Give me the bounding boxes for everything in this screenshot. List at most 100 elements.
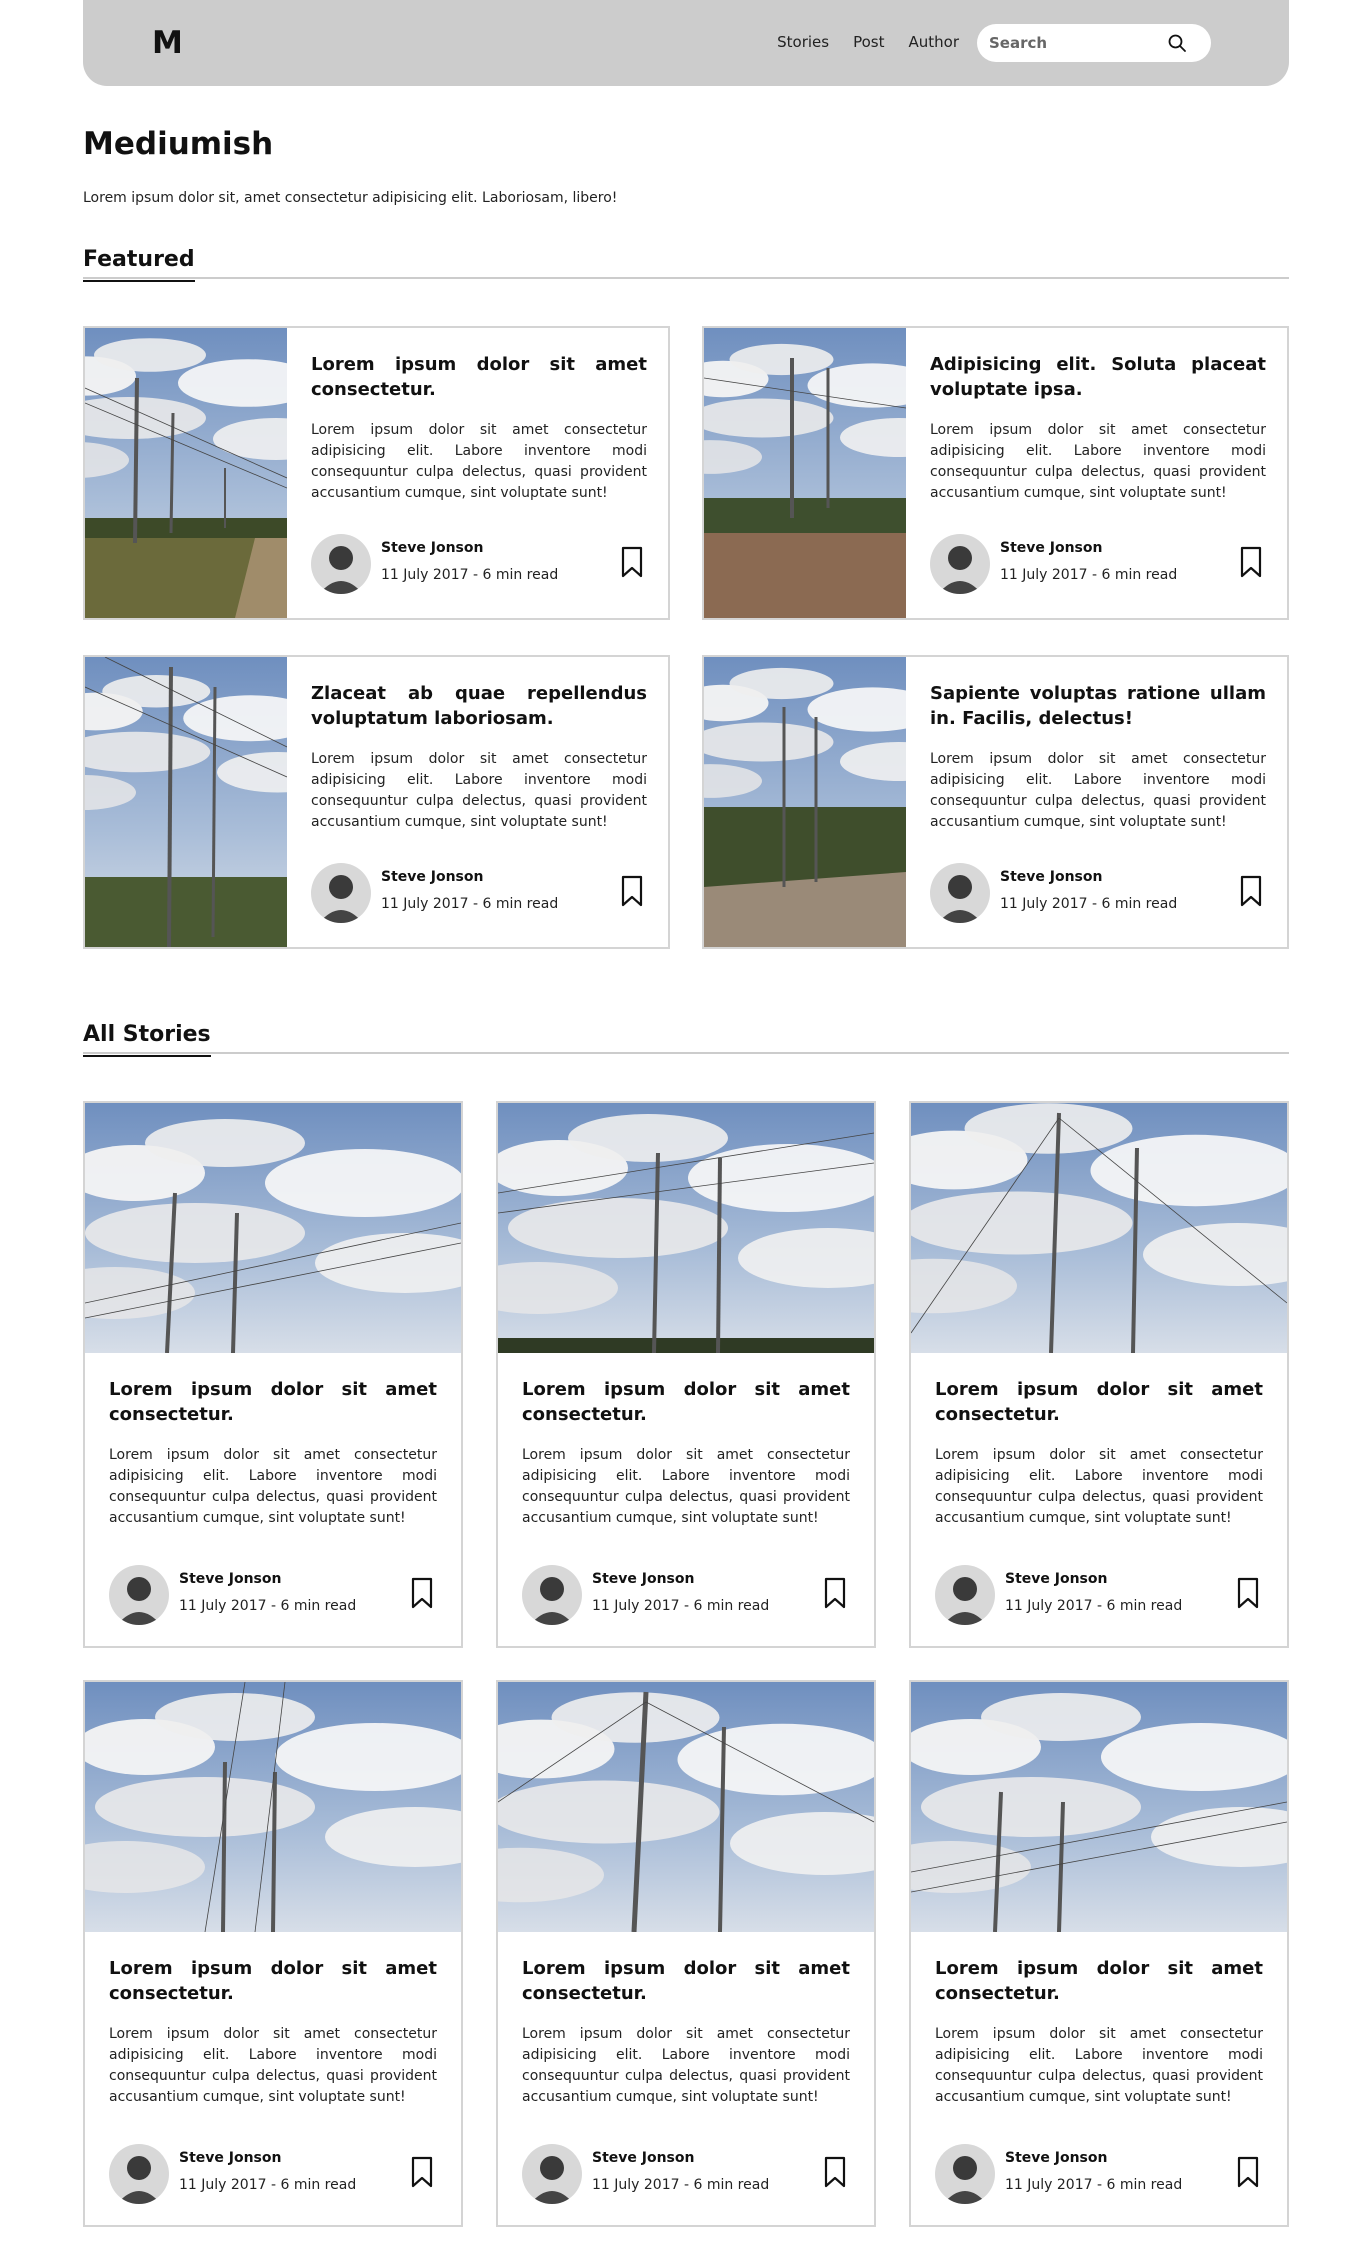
main-nav: Stories Post Author: [777, 33, 959, 51]
author-row: Steve Jonson 11 July 2017 - 6 min read: [311, 534, 647, 594]
avatar[interactable]: [311, 863, 371, 923]
story-card-title[interactable]: Lorem ipsum dolor sit amet consectetur.: [935, 1377, 1263, 1427]
post-meta: 11 July 2017 - 6 min read: [1005, 2177, 1183, 2193]
bookmark-icon[interactable]: [1237, 1577, 1259, 1609]
story-card-image[interactable]: [85, 1103, 461, 1353]
featured-card-excerpt: Lorem ipsum dolor sit amet consectetur a…: [311, 751, 647, 830]
avatar[interactable]: [935, 1565, 995, 1625]
author-row: Steve Jonson 11 July 2017 - 6 min read: [935, 1565, 1263, 1625]
story-card-body: Lorem ipsum dolor sit amet consectetur. …: [109, 1377, 437, 1625]
featured-card-image[interactable]: [704, 328, 906, 618]
story-card-title[interactable]: Lorem ipsum dolor sit amet consectetur.: [522, 1956, 850, 2006]
author-name[interactable]: Steve Jonson: [592, 1571, 694, 1587]
search-icon[interactable]: [1167, 33, 1187, 53]
site-header: M Stories Post Author: [83, 0, 1289, 86]
post-meta: 11 July 2017 - 6 min read: [592, 1598, 770, 1614]
story-card-excerpt: Lorem ipsum dolor sit amet consectetur a…: [109, 1447, 437, 1526]
story-card[interactable]: Lorem ipsum dolor sit amet consectetur. …: [496, 1680, 876, 2227]
bookmark-icon[interactable]: [621, 546, 643, 578]
bookmark-icon[interactable]: [411, 2156, 433, 2188]
author-name[interactable]: Steve Jonson: [1000, 869, 1102, 885]
avatar[interactable]: [109, 2144, 169, 2204]
author-name[interactable]: Steve Jonson: [179, 2150, 281, 2166]
story-card-image[interactable]: [498, 1103, 874, 1353]
bookmark-icon[interactable]: [1237, 2156, 1259, 2188]
story-card-title[interactable]: Lorem ipsum dolor sit amet consectetur.: [109, 1956, 437, 2006]
author-row: Steve Jonson 11 July 2017 - 6 min read: [311, 863, 647, 923]
featured-card-title[interactable]: Sapiente voluptas ratione ullam in. Faci…: [930, 681, 1266, 731]
story-card[interactable]: Lorem ipsum dolor sit amet consectetur. …: [909, 1101, 1289, 1648]
avatar[interactable]: [930, 863, 990, 923]
bookmark-icon[interactable]: [621, 875, 643, 907]
story-card-title[interactable]: Lorem ipsum dolor sit amet consectetur.: [522, 1377, 850, 1427]
author-row: Steve Jonson 11 July 2017 - 6 min read: [109, 1565, 437, 1625]
author-name[interactable]: Steve Jonson: [592, 2150, 694, 2166]
featured-card-title[interactable]: Lorem ipsum dolor sit amet consectetur.: [311, 352, 647, 402]
story-card-image[interactable]: [911, 1103, 1287, 1353]
author-row: Steve Jonson 11 July 2017 - 6 min read: [109, 2144, 437, 2204]
story-card[interactable]: Lorem ipsum dolor sit amet consectetur. …: [909, 1680, 1289, 2227]
story-card-excerpt: Lorem ipsum dolor sit amet consectetur a…: [522, 2026, 850, 2105]
bookmark-icon[interactable]: [1240, 546, 1262, 578]
story-card-title[interactable]: Lorem ipsum dolor sit amet consectetur.: [935, 1956, 1263, 2006]
author-name[interactable]: Steve Jonson: [381, 869, 483, 885]
stories-section-header: All Stories: [83, 1022, 1289, 1057]
featured-card[interactable]: Adipisicing elit. Soluta placeat volupta…: [702, 326, 1289, 620]
bookmark-icon[interactable]: [1240, 875, 1262, 907]
featured-heading: Featured: [83, 247, 195, 282]
story-card-body: Lorem ipsum dolor sit amet consectetur. …: [935, 1956, 1263, 2204]
avatar[interactable]: [522, 1565, 582, 1625]
story-card-image[interactable]: [911, 1682, 1287, 1932]
avatar[interactable]: [935, 2144, 995, 2204]
bookmark-icon[interactable]: [824, 2156, 846, 2188]
featured-card[interactable]: Zlaceat ab quae repellendus voluptatum l…: [83, 655, 670, 949]
search-box[interactable]: [977, 24, 1211, 62]
story-card-excerpt: Lorem ipsum dolor sit amet consectetur a…: [935, 2026, 1263, 2105]
bookmark-icon[interactable]: [824, 1577, 846, 1609]
author-row: Steve Jonson 11 July 2017 - 6 min read: [935, 2144, 1263, 2204]
post-meta: 11 July 2017 - 6 min read: [1000, 896, 1178, 912]
avatar[interactable]: [311, 534, 371, 594]
nav-item-stories[interactable]: Stories: [777, 33, 829, 51]
post-meta: 11 July 2017 - 6 min read: [592, 2177, 770, 2193]
story-card-image[interactable]: [85, 1682, 461, 1932]
story-card-excerpt: Lorem ipsum dolor sit amet consectetur a…: [935, 1447, 1263, 1526]
featured-card-image[interactable]: [704, 657, 906, 947]
featured-card-image[interactable]: [85, 328, 287, 618]
post-meta: 11 July 2017 - 6 min read: [179, 2177, 357, 2193]
author-row: Steve Jonson 11 July 2017 - 6 min read: [930, 534, 1266, 594]
post-meta: 11 July 2017 - 6 min read: [1005, 1598, 1183, 1614]
search-input[interactable]: [989, 32, 1169, 54]
featured-card[interactable]: Lorem ipsum dolor sit amet consectetur. …: [83, 326, 670, 620]
story-card-excerpt: Lorem ipsum dolor sit amet consectetur a…: [109, 2026, 437, 2105]
story-card-body: Lorem ipsum dolor sit amet consectetur. …: [935, 1377, 1263, 1625]
nav-item-author[interactable]: Author: [908, 33, 959, 51]
avatar[interactable]: [522, 2144, 582, 2204]
author-name[interactable]: Steve Jonson: [381, 540, 483, 556]
post-meta: 11 July 2017 - 6 min read: [179, 1598, 357, 1614]
stories-heading: All Stories: [83, 1022, 211, 1057]
featured-card[interactable]: Sapiente voluptas ratione ullam in. Faci…: [702, 655, 1289, 949]
featured-card-image[interactable]: [85, 657, 287, 947]
story-card-title[interactable]: Lorem ipsum dolor sit amet consectetur.: [109, 1377, 437, 1427]
avatar[interactable]: [109, 1565, 169, 1625]
story-card-body: Lorem ipsum dolor sit amet consectetur. …: [522, 1956, 850, 2204]
featured-card-title[interactable]: Zlaceat ab quae repellendus voluptatum l…: [311, 681, 647, 731]
story-card[interactable]: Lorem ipsum dolor sit amet consectetur. …: [83, 1680, 463, 2227]
story-card-image[interactable]: [498, 1682, 874, 1932]
author-name[interactable]: Steve Jonson: [1005, 2150, 1107, 2166]
featured-card-body: Zlaceat ab quae repellendus voluptatum l…: [311, 681, 647, 923]
avatar[interactable]: [930, 534, 990, 594]
featured-card-title[interactable]: Adipisicing elit. Soluta placeat volupta…: [930, 352, 1266, 402]
post-meta: 11 July 2017 - 6 min read: [1000, 567, 1178, 583]
post-meta: 11 July 2017 - 6 min read: [381, 567, 559, 583]
site-logo[interactable]: M: [152, 25, 183, 61]
story-card[interactable]: Lorem ipsum dolor sit amet consectetur. …: [83, 1101, 463, 1648]
nav-item-post[interactable]: Post: [853, 33, 884, 51]
story-card[interactable]: Lorem ipsum dolor sit amet consectetur. …: [496, 1101, 876, 1648]
bookmark-icon[interactable]: [411, 1577, 433, 1609]
author-name[interactable]: Steve Jonson: [1005, 1571, 1107, 1587]
story-card-body: Lorem ipsum dolor sit amet consectetur. …: [522, 1377, 850, 1625]
author-name[interactable]: Steve Jonson: [1000, 540, 1102, 556]
author-name[interactable]: Steve Jonson: [179, 1571, 281, 1587]
